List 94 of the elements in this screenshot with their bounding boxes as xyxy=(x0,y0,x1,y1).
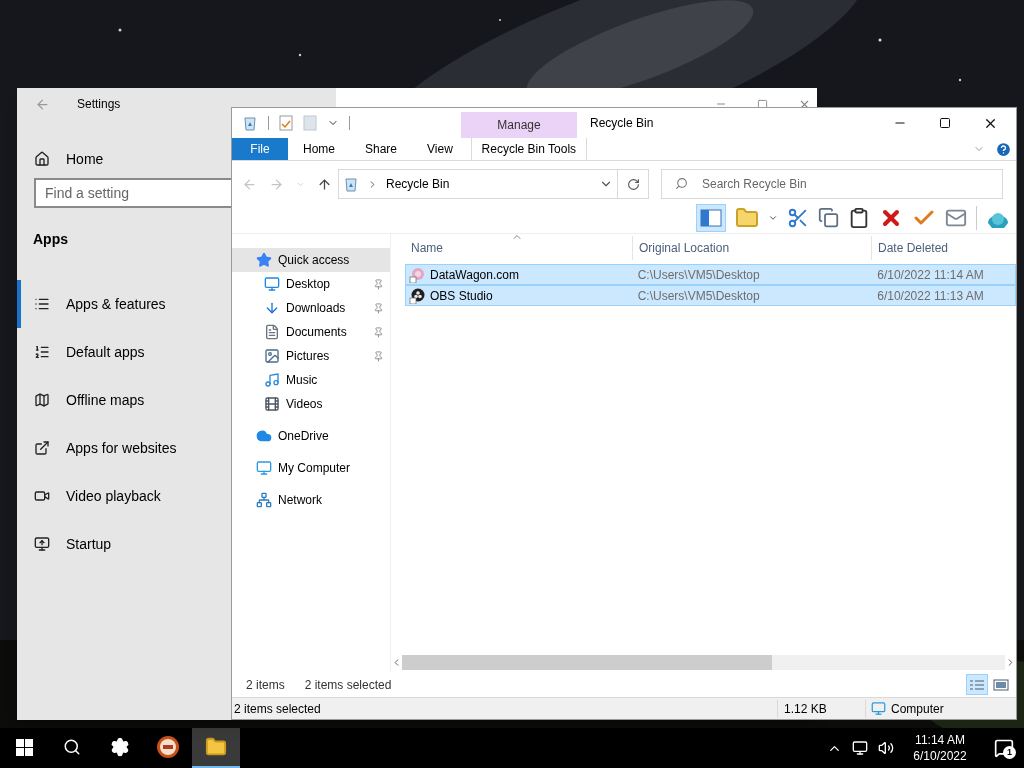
status-zone: Computer xyxy=(891,700,944,718)
settings-nav-item[interactable]: Video playback xyxy=(17,472,231,520)
details-view-button[interactable] xyxy=(966,674,988,695)
copy-icon[interactable] xyxy=(818,207,839,228)
external-link-icon xyxy=(34,440,50,456)
settings-nav-item[interactable]: Apps for websites xyxy=(17,424,231,472)
nav-item[interactable]: My Computer xyxy=(232,456,390,480)
column-header[interactable]: Original Location xyxy=(632,236,871,260)
file-name: OBS Studio xyxy=(430,287,493,305)
scrollbar-thumb[interactable] xyxy=(402,655,772,670)
monitor-icon xyxy=(264,276,280,292)
windows-logo-icon xyxy=(15,738,33,756)
settings-nav-item[interactable]: Default apps xyxy=(17,328,231,376)
context-tab-header: Manage xyxy=(461,112,577,138)
search-icon xyxy=(675,177,688,190)
map-icon xyxy=(34,392,50,408)
nav-item[interactable]: OneDrive xyxy=(232,424,390,448)
refresh-button[interactable] xyxy=(618,169,649,199)
settings-nav-item[interactable]: Offline maps xyxy=(17,376,231,424)
help-icon[interactable] xyxy=(995,140,1012,158)
table-cell-text: C:\Users\VM5\Desktop xyxy=(636,266,761,284)
list-icon xyxy=(34,344,50,360)
folder-icon xyxy=(205,736,227,758)
ribbon-tab[interactable]: Share xyxy=(350,138,413,160)
network-icon xyxy=(256,492,272,508)
table-cell-text: 6/10/2022 11:13 AM xyxy=(876,287,985,305)
scissors-icon[interactable] xyxy=(787,206,809,229)
clock[interactable]: 11:14 AM 6/10/2022 xyxy=(908,732,972,764)
settings-icon xyxy=(110,737,130,757)
nav-item[interactable]: Quick access xyxy=(232,248,390,272)
status-size: 1.12 KB xyxy=(777,699,865,718)
computer-icon xyxy=(256,460,272,476)
file-tab[interactable]: File xyxy=(232,138,288,160)
address-bar[interactable]: Recycle Bin xyxy=(338,169,618,199)
search-field[interactable]: Find a setting xyxy=(34,178,231,208)
table-cell-text: C:\Users\VM5\Desktop xyxy=(636,287,761,305)
preview-pane-button[interactable] xyxy=(696,203,726,232)
document-icon xyxy=(264,324,280,340)
file-row[interactable]: DataWagon.com C:\Users\VM5\Desktop 6/10/2022 11:14 AM xyxy=(405,264,1016,285)
notification-badge: 1 xyxy=(1003,746,1016,759)
nav-item[interactable]: Desktop xyxy=(232,272,390,296)
file-row[interactable]: OBS Studio C:\Users\VM5\Desktop 6/10/2022 11:13 AM xyxy=(405,285,1016,306)
clipboard-icon[interactable] xyxy=(848,206,870,229)
network-icon[interactable] xyxy=(852,740,868,756)
column-header[interactable]: Date Deleted xyxy=(871,236,1015,260)
ribbon-tab[interactable]: Home xyxy=(288,138,350,160)
section-heading: Apps xyxy=(33,230,69,249)
context-tab[interactable]: Recycle Bin Tools xyxy=(470,138,587,160)
notifications-icon[interactable] xyxy=(994,738,1014,758)
round-app-icon xyxy=(156,735,180,759)
nav-item[interactable]: Pictures xyxy=(232,344,390,368)
picture-icon xyxy=(264,348,280,364)
ribbon-tab[interactable]: View xyxy=(412,138,468,160)
taskbar-button[interactable] xyxy=(192,728,240,768)
recycle-bin-icon xyxy=(242,115,258,131)
selection-count: 2 items selected xyxy=(304,676,392,694)
nav-item[interactable]: Documents xyxy=(232,320,390,344)
star-icon xyxy=(256,252,272,268)
download-icon xyxy=(264,300,280,316)
video-camera-icon xyxy=(34,488,50,504)
nav-item[interactable]: Music xyxy=(232,368,390,392)
recycle-bin-icon xyxy=(343,176,359,192)
status-text: 2 items selected xyxy=(233,700,322,718)
column-header[interactable]: Name xyxy=(405,236,632,260)
nav-item[interactable]: Videos xyxy=(232,392,390,416)
nav-item[interactable]: Downloads xyxy=(232,296,390,320)
shortcut-icon xyxy=(409,266,425,283)
settings-nav-item[interactable]: Startup xyxy=(17,520,231,568)
monitor-icon xyxy=(34,536,50,552)
table-cell-text: 6/10/2022 11:14 AM xyxy=(876,266,985,284)
item-count: 2 items xyxy=(246,676,285,694)
properties-icon[interactable] xyxy=(279,115,293,131)
volume-icon[interactable] xyxy=(878,740,894,756)
refresh-icon xyxy=(626,177,640,191)
maximize-icon[interactable] xyxy=(939,117,951,129)
window-title: Settings xyxy=(77,96,121,113)
search-icon xyxy=(63,738,81,756)
up-icon[interactable] xyxy=(317,176,332,192)
picture-view-icon xyxy=(993,678,1009,691)
music-note-icon xyxy=(264,372,280,388)
file-name: DataWagon.com xyxy=(430,266,519,284)
home-icon[interactable] xyxy=(34,151,50,167)
film-icon xyxy=(264,396,280,412)
folder-options-icon[interactable] xyxy=(735,205,759,230)
computer-icon xyxy=(871,701,886,716)
shortcut-icon xyxy=(409,287,425,304)
window-title: Recycle Bin xyxy=(589,115,655,132)
pane-layout-icon xyxy=(700,208,722,227)
list-icon xyxy=(34,296,50,312)
home-link[interactable]: Home xyxy=(66,148,104,170)
back-icon[interactable] xyxy=(35,96,50,112)
nav-item[interactable]: Network xyxy=(232,488,390,512)
details-view-icon xyxy=(969,678,985,691)
cloud-icon xyxy=(256,428,272,444)
